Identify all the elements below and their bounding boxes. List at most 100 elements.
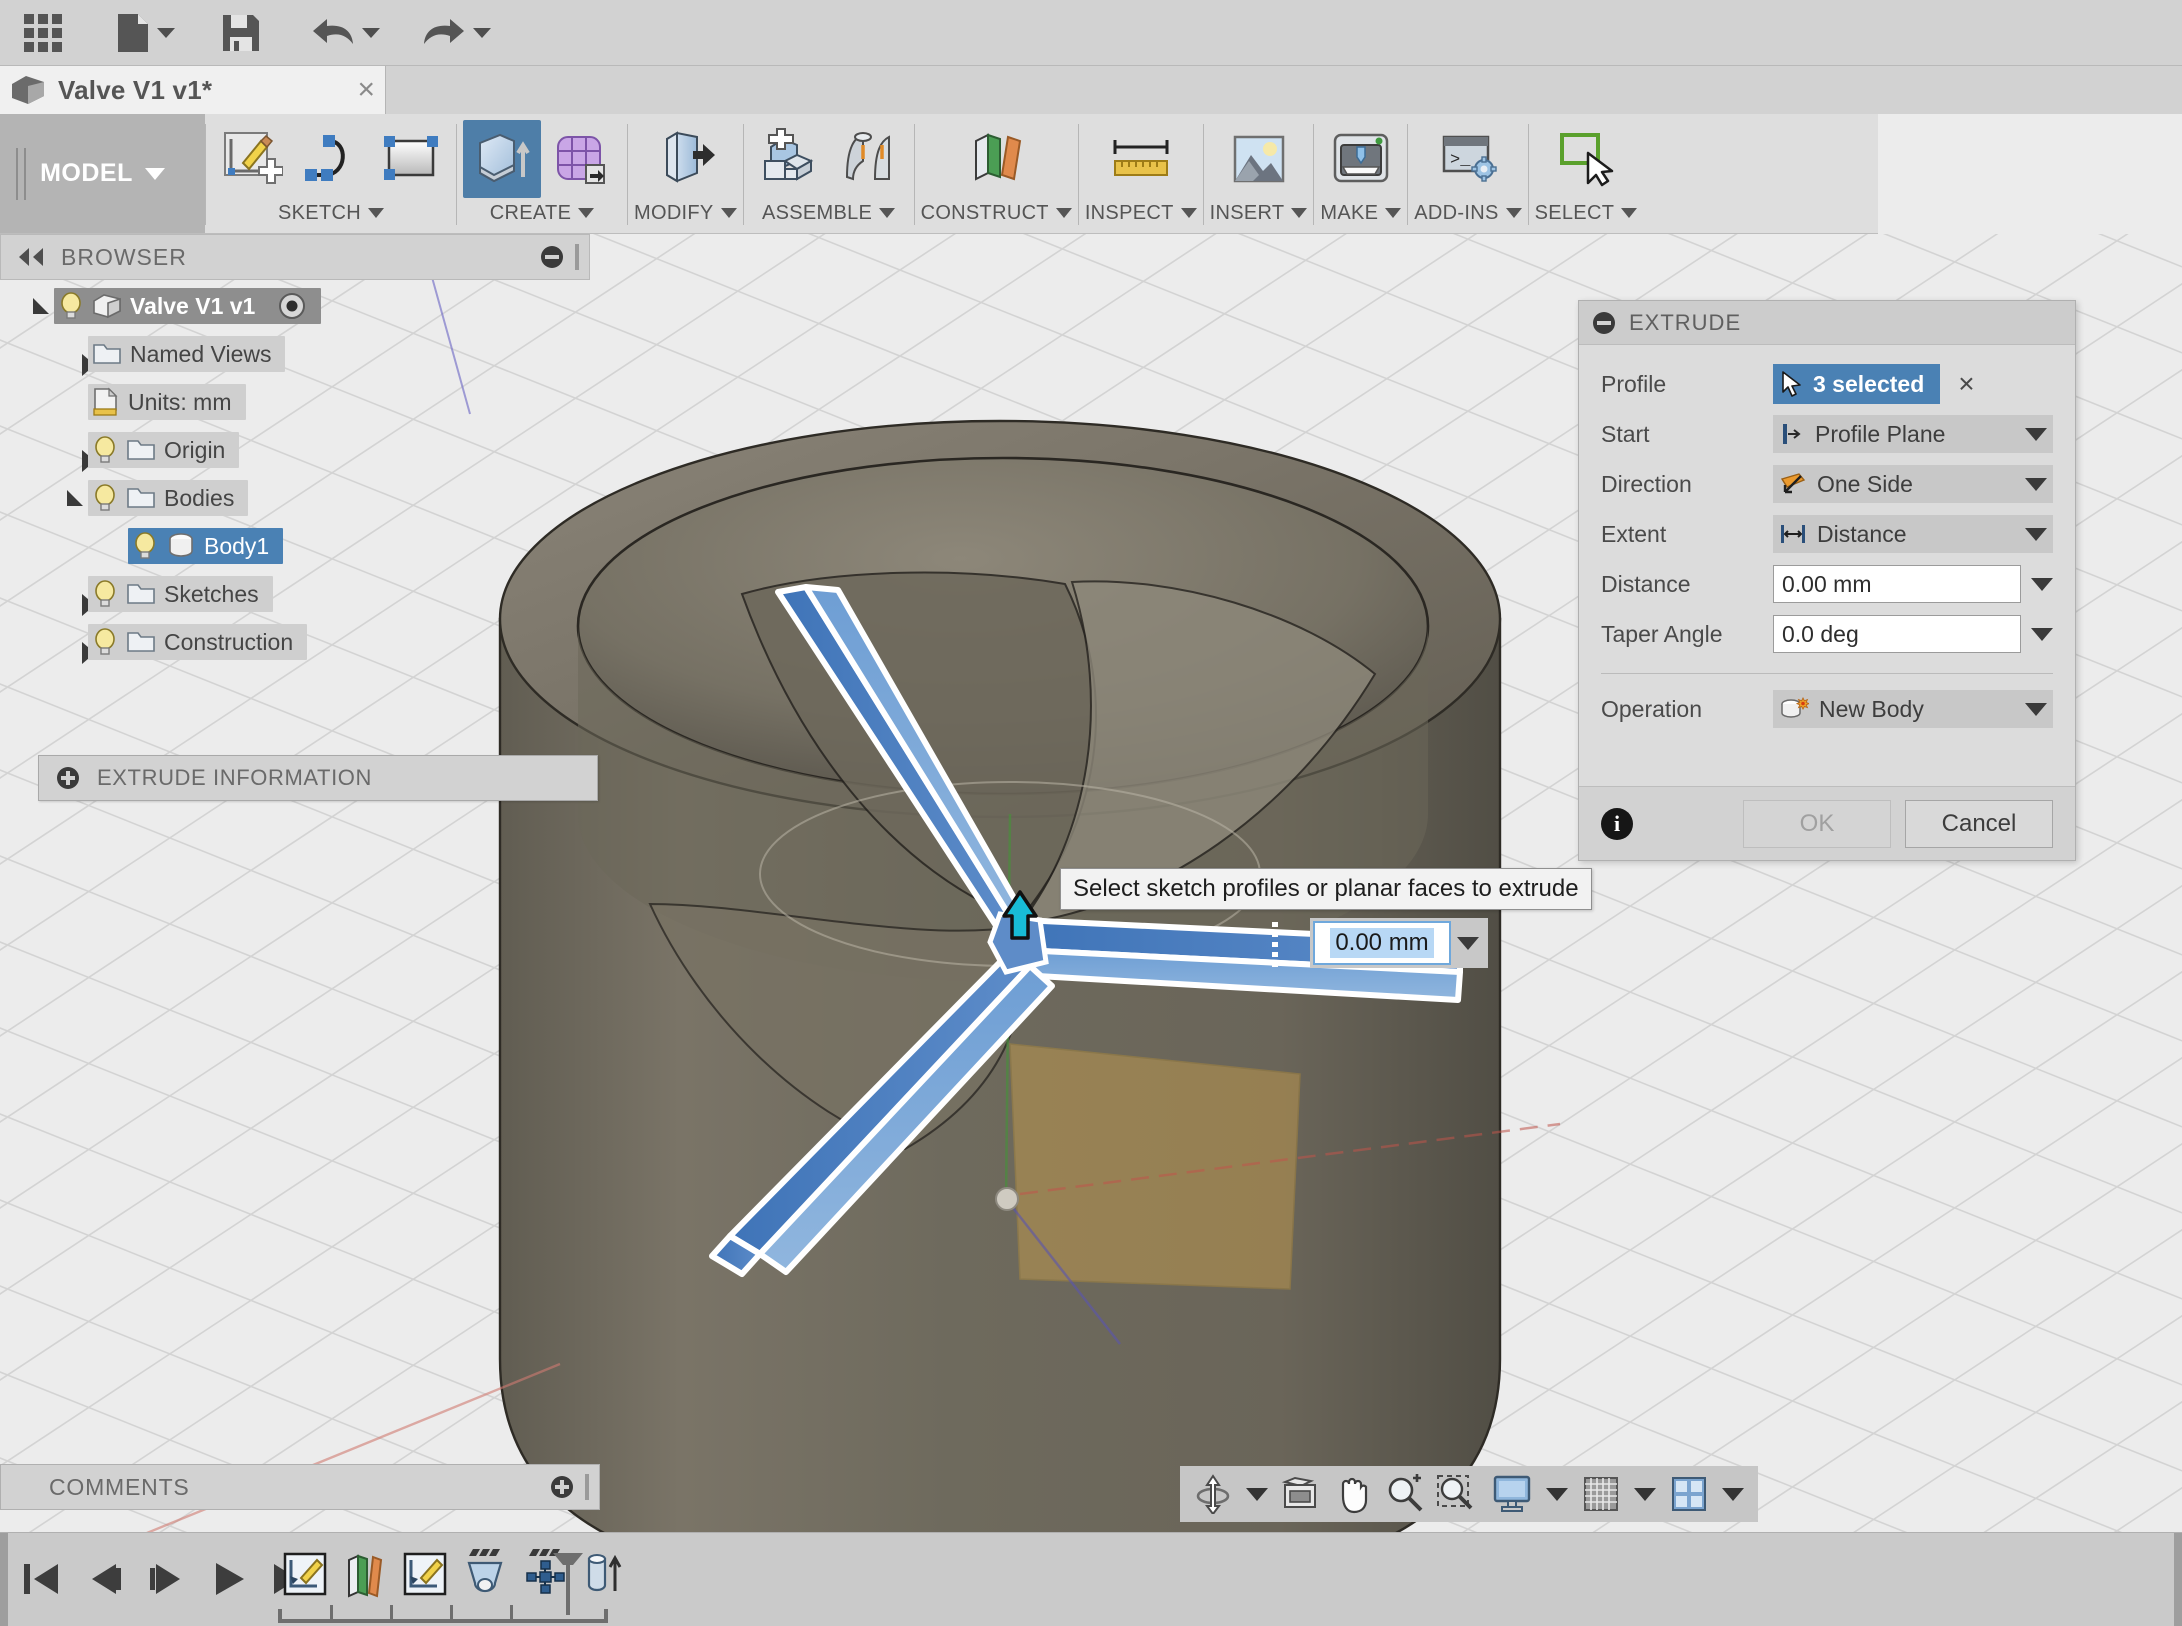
lightbulb-icon[interactable] [92,483,118,513]
chevron-down-icon[interactable] [1180,208,1197,218]
play-icon[interactable] [204,1555,252,1603]
expander-closed-icon[interactable] [62,581,95,616]
taper-angle-chevron-down-icon[interactable] [2031,627,2053,641]
ribbon-group-label-insert[interactable]: INSERT [1210,196,1308,230]
timeline-loft-icon[interactable] [460,1547,510,1601]
workspace-switcher[interactable]: MODEL [0,114,205,233]
grid-chevron-down-icon[interactable] [1634,1487,1656,1501]
lightbulb-icon[interactable] [92,579,118,609]
tree-node-chip[interactable]: Named Views [88,336,286,372]
expander-closed-icon[interactable] [62,629,95,664]
select-icon[interactable] [1547,120,1625,198]
press-pull-icon[interactable] [646,120,724,198]
rectangle-icon[interactable] [372,120,450,198]
3d-print-icon[interactable] [1322,120,1400,198]
extrude-icon[interactable] [463,120,541,198]
ribbon-group-label-addins[interactable]: ADD-INS [1414,196,1522,230]
spline-icon[interactable] [292,120,370,198]
create-sketch-icon[interactable] [212,120,290,198]
orbit-chevron-down-icon[interactable] [1246,1487,1268,1501]
tree-item-construction[interactable]: Construction [0,618,600,666]
browser-resize-handle[interactable] [575,244,579,270]
chevron-down-icon[interactable] [144,167,165,180]
extrude-dialog-titlebar[interactable]: EXTRUDE [1579,301,2075,345]
ribbon-group-label-inspect[interactable]: INSPECT [1085,196,1197,230]
chevron-down-icon[interactable] [1457,936,1479,950]
chevron-down-icon[interactable] [367,208,384,218]
cancel-button[interactable]: Cancel [1905,799,2053,848]
joint-icon[interactable] [830,120,908,198]
undo-chevron-down-icon[interactable] [362,27,380,38]
ribbon-group-label-construct[interactable]: CONSTRUCT [921,196,1072,230]
expand-plus-icon[interactable] [57,767,79,789]
distance-chevron-down-icon[interactable] [2031,577,2053,591]
display-chevron-down-icon[interactable] [1546,1487,1568,1501]
ribbon-drag-handle[interactable] [16,148,26,200]
ribbon-group-label-make[interactable]: MAKE [1320,196,1402,230]
tree-item-origin[interactable]: Origin [0,426,600,474]
expander-open-icon[interactable] [28,293,54,319]
start-dropdown[interactable]: Profile Plane [1773,415,2053,453]
display-settings-icon[interactable] [1490,1471,1536,1517]
tree-node-chip[interactable]: Units: mm [88,384,246,420]
timeline-sketch2-icon[interactable] [400,1547,450,1601]
ribbon-group-label-modify[interactable]: MODIFY [634,196,737,230]
fit-icon[interactable] [1434,1471,1480,1517]
canvas-distance-input[interactable]: 0.00 mm [1310,918,1488,968]
step-forward-icon[interactable] [142,1555,190,1603]
tree-node-chip[interactable]: Origin [88,432,240,468]
app-grid-icon[interactable] [18,7,68,59]
save-icon[interactable] [217,7,265,59]
timeline-sketch1-icon[interactable] [280,1547,330,1601]
collapse-icon[interactable] [1593,311,1615,334]
scripts-addins-icon[interactable]: >_ [1429,120,1507,198]
lightbulb-icon[interactable] [58,291,84,321]
viewports-chevron-down-icon[interactable] [1722,1487,1744,1501]
lightbulb-icon[interactable] [132,531,158,561]
grid-snaps-icon[interactable] [1578,1471,1624,1517]
tree-item-body1[interactable]: Body1 [0,522,600,570]
chevron-down-icon[interactable] [578,208,595,218]
canvas-distance-field[interactable]: 0.00 mm [1313,921,1451,965]
collapse-left-icon[interactable] [15,246,47,268]
insert-image-icon[interactable] [1220,120,1298,198]
tree-node-chip[interactable]: Body1 [128,528,284,564]
chevron-down-icon[interactable] [2025,702,2047,716]
comments-panel[interactable]: COMMENTS [0,1464,600,1510]
chevron-down-icon[interactable] [1055,208,1072,218]
tree-item-units[interactable]: Units: mm [0,378,600,426]
tree-node-chip[interactable]: Construction [88,624,308,660]
clear-selection-icon[interactable]: × [1958,368,1974,400]
timeline-planes-icon[interactable] [340,1547,390,1601]
zoom-icon[interactable] [1382,1471,1428,1517]
new-file-chevron-down-icon[interactable] [157,27,175,38]
activate-component-radio[interactable] [277,291,307,321]
new-file-icon[interactable] [112,7,179,59]
new-component-icon[interactable] [750,120,828,198]
distance-input[interactable]: 0.00 mm [1773,565,2021,603]
orbit-icon[interactable] [1190,1471,1236,1517]
taper-angle-input[interactable]: 0.0 deg [1773,615,2021,653]
ribbon-group-label-assemble[interactable]: ASSEMBLE [762,196,896,230]
go-to-beginning-icon[interactable] [18,1555,66,1603]
tree-node-chip[interactable]: Sketches [88,576,273,612]
extrude-dialog[interactable]: EXTRUDE Profile 3 selected × Start Profi… [1578,300,2076,861]
expander-open-icon[interactable] [62,485,88,511]
tree-node-chip[interactable]: Bodies [88,480,249,516]
ok-button[interactable]: OK [1743,799,1891,848]
chevron-down-icon[interactable] [1621,208,1638,218]
chevron-down-icon[interactable] [1291,208,1308,218]
redo-icon[interactable] [418,7,495,59]
undo-icon[interactable] [307,7,384,59]
redo-chevron-down-icon[interactable] [473,27,491,38]
direction-dropdown[interactable]: One Side [1773,465,2053,503]
offset-plane-icon[interactable] [957,120,1035,198]
ribbon-group-label-select[interactable]: SELECT [1535,196,1638,230]
browser-collapse-icon[interactable] [541,246,563,268]
operation-dropdown[interactable]: New Body [1773,690,2053,728]
step-back-icon[interactable] [80,1555,128,1603]
tree-item-sketches[interactable]: Sketches [0,570,600,618]
chevron-down-icon[interactable] [1505,208,1522,218]
chevron-down-icon[interactable] [879,208,896,218]
expander-closed-icon[interactable] [62,437,95,472]
